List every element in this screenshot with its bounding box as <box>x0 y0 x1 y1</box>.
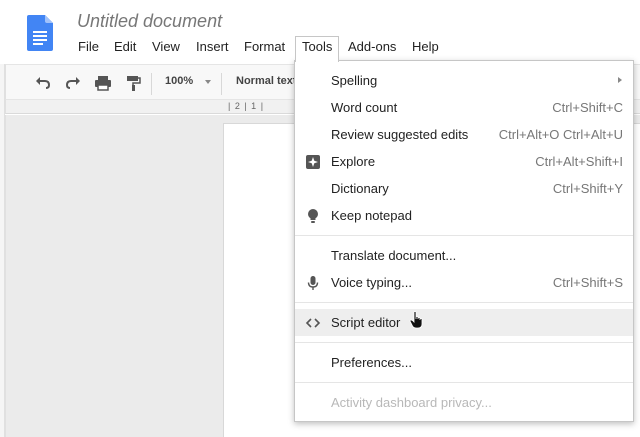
code-icon <box>305 318 321 328</box>
menu-item-shortcut: Ctrl+Shift+C <box>552 100 623 115</box>
menu-item-review-suggested-edits[interactable]: Review suggested edits Ctrl+Alt+O Ctrl+A… <box>295 121 633 148</box>
menu-divider <box>295 302 633 303</box>
menu-item-word-count[interactable]: Word count Ctrl+Shift+C <box>295 94 633 121</box>
menu-item-explore[interactable]: Explore Ctrl+Alt+Shift+I <box>295 148 633 175</box>
menu-add-ons[interactable]: Add-ons <box>342 36 402 58</box>
menu-help[interactable]: Help <box>406 36 445 58</box>
menu-item-label: Word count <box>331 100 398 115</box>
google-docs-logo-icon[interactable] <box>27 15 53 51</box>
undo-icon[interactable] <box>33 73 53 93</box>
document-title[interactable]: Untitled document <box>77 11 222 32</box>
toolbar-divider <box>151 73 152 95</box>
menu-item-preferences[interactable]: Preferences... <box>295 349 633 376</box>
menu-edit[interactable]: Edit <box>108 36 142 58</box>
menu-item-shortcut: Ctrl+Shift+Y <box>552 181 623 196</box>
menu-divider <box>295 342 633 343</box>
menu-item-shortcut: Ctrl+Alt+Shift+I <box>535 154 623 169</box>
menu-item-shortcut: Ctrl+Shift+S <box>552 275 623 290</box>
menu-item-label: Activity dashboard privacy... <box>331 395 492 410</box>
menu-item-label: Voice typing... <box>331 275 412 290</box>
menu-item-shortcut: Ctrl+Alt+O Ctrl+Alt+U <box>498 127 623 142</box>
explore-icon <box>306 155 320 169</box>
menu-item-voice-typing[interactable]: Voice typing... Ctrl+Shift+S <box>295 269 633 296</box>
menu-item-label: Keep notepad <box>331 208 412 223</box>
menu-item-label: Review suggested edits <box>331 127 469 142</box>
menu-view[interactable]: View <box>146 36 186 58</box>
menu-tools[interactable]: Tools <box>295 36 340 62</box>
ruler-marks: | 2 | 1 | <box>228 101 265 111</box>
menu-item-label: Spelling <box>331 73 378 88</box>
header: Untitled document File Edit View Insert … <box>0 0 640 64</box>
menu-format[interactable]: Format <box>238 36 291 58</box>
lightbulb-icon <box>308 209 318 223</box>
menu-item-dictionary[interactable]: Dictionary Ctrl+Shift+Y <box>295 175 633 202</box>
menu-item-label: Preferences... <box>331 355 412 370</box>
submenu-arrow-icon <box>618 77 622 83</box>
menu-item-script-editor[interactable]: Script editor <box>295 309 633 336</box>
redo-icon[interactable] <box>63 73 83 93</box>
zoom-select[interactable]: 100% <box>165 75 193 87</box>
menu-item-spelling[interactable]: Spelling <box>295 67 633 94</box>
menu-item-activity-dashboard-privacy[interactable]: Activity dashboard privacy... <box>295 389 633 416</box>
microphone-icon <box>307 276 319 290</box>
menu-file[interactable]: File <box>72 36 105 58</box>
menu-item-label: Script editor <box>331 315 401 330</box>
menu-item-label: Translate document... <box>331 248 457 263</box>
menu-insert[interactable]: Insert <box>190 36 235 58</box>
print-icon[interactable] <box>93 73 113 93</box>
paint-format-icon[interactable] <box>123 73 143 93</box>
menu-item-keep-notepad[interactable]: Keep notepad <box>295 202 633 229</box>
style-select[interactable]: Normal text <box>236 75 294 87</box>
menu-item-label: Explore <box>331 154 376 169</box>
menu-divider <box>295 235 633 236</box>
toolbar-divider <box>221 73 222 95</box>
menu-item-translate-document[interactable]: Translate document... <box>295 242 633 269</box>
chevron-down-icon <box>205 80 211 84</box>
tools-menu: Spelling Word count Ctrl+Shift+C Review … <box>294 60 634 422</box>
menu-item-label: Dictionary <box>331 181 389 196</box>
hand-pointer-cursor-icon <box>409 311 423 329</box>
menu-divider <box>295 382 633 383</box>
